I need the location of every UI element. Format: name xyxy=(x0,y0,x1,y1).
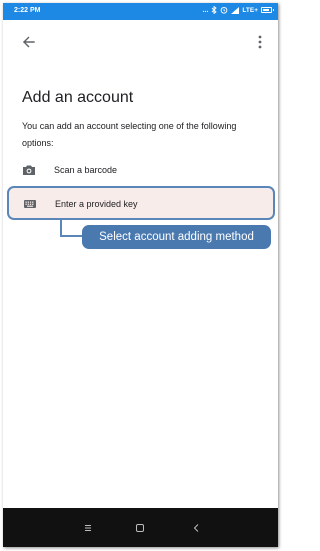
signal-icon xyxy=(231,6,240,14)
navigation-bar xyxy=(3,508,278,547)
phone-screen: 2:22 PM ... LTE+ Add an account You can … xyxy=(3,3,278,547)
arrow-left-icon xyxy=(23,36,35,48)
home-icon xyxy=(136,524,144,532)
battery-icon xyxy=(261,7,274,13)
enter-key-option[interactable]: Enter a provided key xyxy=(7,186,275,220)
back-nav-button[interactable] xyxy=(189,521,203,535)
enter-key-label: Enter a provided key xyxy=(55,199,138,209)
menu-icon xyxy=(85,525,91,531)
status-icons: ... LTE+ xyxy=(202,6,274,14)
battery-level xyxy=(263,9,269,11)
more-vert-icon xyxy=(258,35,262,49)
callout-connector-horizontal xyxy=(60,235,82,237)
back-icon xyxy=(193,524,199,532)
alarm-icon xyxy=(220,6,228,14)
page-title: Add an account xyxy=(22,89,134,106)
recent-apps-button[interactable] xyxy=(81,521,95,535)
camera-icon xyxy=(23,165,35,175)
annotation-callout: Select account adding method xyxy=(82,225,271,249)
home-button[interactable] xyxy=(133,521,147,535)
status-dots: ... xyxy=(202,6,209,14)
scan-barcode-label: Scan a barcode xyxy=(54,165,118,175)
more-options-button[interactable] xyxy=(250,32,270,52)
app-bar xyxy=(3,20,278,64)
keyboard-icon xyxy=(24,200,36,208)
page-description: You can add an account selecting one of … xyxy=(22,121,237,148)
back-button[interactable] xyxy=(19,32,39,52)
scan-barcode-option[interactable]: Scan a barcode xyxy=(7,155,273,185)
status-time: 2:22 PM xyxy=(14,7,41,14)
network-type: LTE+ xyxy=(242,6,258,14)
bluetooth-icon xyxy=(211,6,218,14)
status-bar: 2:22 PM ... LTE+ xyxy=(3,3,278,20)
